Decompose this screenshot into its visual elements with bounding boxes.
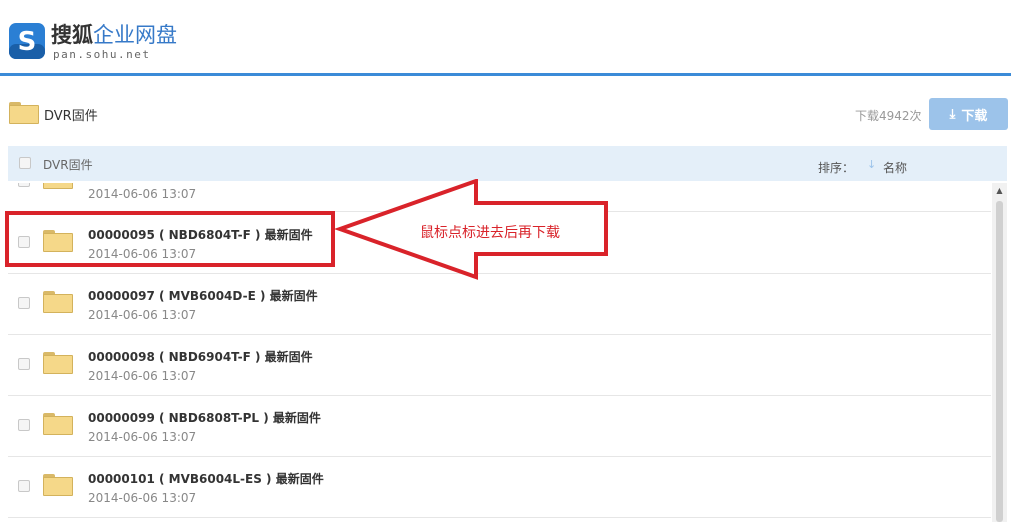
item-date: 2014-06-06 13:07 [88, 187, 197, 201]
list-header: DVR固件 排序： ↓ 名称 [8, 146, 1007, 181]
list-item[interactable]: 00000098 ( NBD6904T-F ) 最新固件 2014-06-06 … [8, 334, 991, 396]
page-title: DVR固件 [44, 109, 98, 124]
list-item[interactable]: 00000097 ( MVB6004D-E ) 最新固件 2014-06-06 … [8, 273, 991, 335]
item-name[interactable]: 00000097 ( MVB6004D-E ) 最新固件 [88, 287, 318, 304]
list-header-title: DVR固件 [43, 158, 93, 172]
item-checkbox[interactable] [18, 419, 30, 431]
download-count: 下载4942次 [855, 109, 922, 123]
brand-name[interactable]: 搜狐企业网盘 [51, 22, 177, 48]
download-icon: ⤓ [949, 106, 956, 122]
item-date: 2014-06-06 13:07 [88, 308, 197, 322]
header-divider [0, 73, 1011, 76]
brand-domain: pan.sohu.net [53, 48, 151, 61]
annotation-highlight-box [5, 211, 335, 267]
folder-icon [43, 352, 73, 374]
folder-icon [43, 474, 73, 496]
list-item[interactable]: 00000099 ( NBD6808T-PL ) 最新固件 2014-06-06… [8, 395, 991, 457]
folder-icon [9, 102, 39, 124]
brand-product: 企业网盘 [93, 23, 177, 47]
logo-letter: S [18, 27, 37, 57]
sohu-logo-icon[interactable]: S [8, 22, 46, 60]
item-date: 2014-06-06 13:07 [88, 491, 197, 505]
item-checkbox[interactable] [18, 358, 30, 370]
item-name[interactable]: 00000101 ( MVB6004L-ES ) 最新固件 [88, 470, 324, 487]
select-all-checkbox[interactable] [19, 157, 31, 169]
brand-sohu: 搜狐 [51, 23, 93, 47]
folder-icon [43, 183, 73, 189]
item-date: 2014-06-06 13:07 [88, 369, 197, 383]
scrollbar-thumb[interactable] [996, 201, 1003, 522]
download-button[interactable]: ⤓ 下载 [929, 98, 1008, 130]
sort-label: 排序： [818, 161, 855, 175]
item-checkbox[interactable] [18, 480, 30, 492]
sort-by-name[interactable]: 名称 [883, 159, 907, 176]
list-scrollbar[interactable]: ▲ [992, 183, 1007, 522]
download-button-label: 下载 [961, 108, 988, 124]
sort-arrow-icon[interactable]: ↓ [867, 158, 876, 171]
item-name[interactable]: 00000098 ( NBD6904T-F ) 最新固件 [88, 348, 313, 365]
folder-icon [43, 413, 73, 435]
item-name[interactable]: 00000099 ( NBD6808T-PL ) 最新固件 [88, 409, 321, 426]
item-date: 2014-06-06 13:07 [88, 430, 197, 444]
list-item[interactable]: 00000101 ( MVB6004L-ES ) 最新固件 2014-06-06… [8, 456, 991, 518]
item-checkbox[interactable] [18, 297, 30, 309]
app-header: S 搜狐企业网盘 pan.sohu.net [0, 0, 1011, 73]
scroll-up-arrow-icon[interactable]: ▲ [992, 185, 1007, 197]
folder-icon [43, 291, 73, 313]
annotation-text: 鼠标点标进去后再下载 [420, 225, 560, 241]
item-checkbox[interactable] [18, 183, 30, 187]
